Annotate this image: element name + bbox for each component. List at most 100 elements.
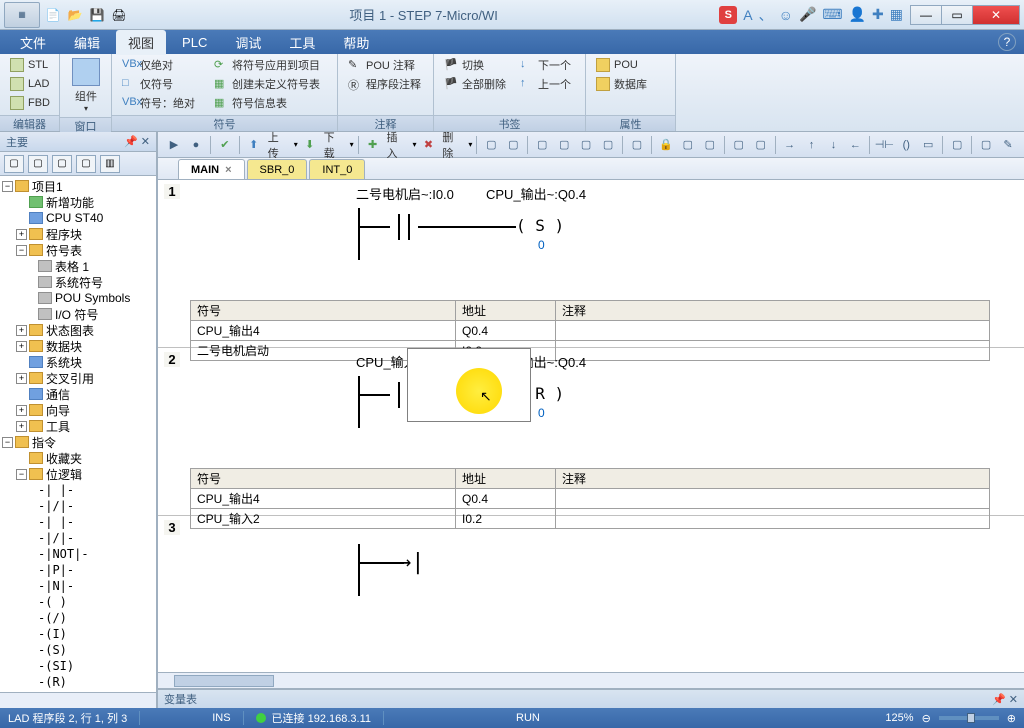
ribbon-group-window: 窗口: [60, 117, 111, 133]
print-icon[interactable]: 🖨: [110, 6, 128, 24]
editor-hscroll[interactable]: [158, 672, 1024, 688]
tb-icon-h[interactable]: 🔒: [656, 135, 676, 155]
tb-icon-j[interactable]: ▢: [700, 135, 720, 155]
variable-table-panel[interactable]: 变量表 📌 ✕: [158, 688, 1024, 708]
project-tree-panel: 主要 📌 ✕ ▢ ▢ ▢ ▢ ▥ −项目1 新增功能 CPU ST40 +程序块…: [0, 132, 158, 708]
net-comment-button[interactable]: Ⓡ程序段注释: [344, 75, 425, 93]
zoom-in-icon[interactable]: ⊕: [1007, 712, 1016, 725]
fbd-button[interactable]: FBD: [6, 94, 54, 112]
download-icon[interactable]: ⬇: [300, 135, 320, 155]
tb-icon-m[interactable]: →: [780, 135, 800, 155]
main-area: 主要 📌 ✕ ▢ ▢ ▢ ▢ ▥ −项目1 新增功能 CPU ST40 +程序块…: [0, 132, 1024, 708]
tb-icon-c[interactable]: ▢: [532, 135, 552, 155]
coil-value: 0: [538, 406, 545, 420]
bookmark-next-button[interactable]: ↓下一个: [516, 56, 575, 74]
bookmark-delall-button[interactable]: 🏴全部删除: [440, 75, 516, 93]
tb-icon-t[interactable]: ▢: [947, 135, 967, 155]
menu-tools[interactable]: 工具: [277, 30, 327, 55]
tb-icon-k[interactable]: ▢: [729, 135, 749, 155]
bookmark-prev-button[interactable]: ↑上一个: [516, 75, 575, 93]
project-tree[interactable]: −项目1 新增功能 CPU ST40 +程序块 −符号表 表格 1 系统符号 P…: [0, 176, 156, 692]
tree-btn-4[interactable]: ▢: [76, 155, 96, 173]
contact-label: 二号电机启~:I0.0: [356, 184, 454, 203]
ime-apps-icon[interactable]: ▦: [890, 6, 903, 23]
tb-icon-i[interactable]: ▢: [678, 135, 698, 155]
set-coil[interactable]: ( S ): [516, 216, 564, 235]
apply-symbols-button[interactable]: ⟳将符号应用到项目: [210, 56, 324, 74]
pou-comment-button[interactable]: ✎POU 注释: [344, 56, 425, 74]
tree-btn-3[interactable]: ▢: [52, 155, 72, 173]
tb-icon-a[interactable]: ▢: [481, 135, 501, 155]
tree-btn-5[interactable]: ▥: [100, 155, 120, 173]
menu-edit[interactable]: 编辑: [62, 30, 112, 55]
open-icon[interactable]: 📂: [66, 6, 84, 24]
run-icon[interactable]: ▶: [164, 135, 184, 155]
maximize-button[interactable]: ▭: [941, 5, 973, 25]
tb-icon-n[interactable]: ↑: [802, 135, 822, 155]
tb-icon-v[interactable]: ✎: [998, 135, 1018, 155]
tb-icon-b[interactable]: ▢: [503, 135, 523, 155]
upload-button[interactable]: 上传: [266, 129, 292, 161]
create-undef-button[interactable]: ▦创建未定义符号表: [210, 75, 324, 93]
ime-mic-icon[interactable]: 🎤: [799, 6, 816, 23]
close-button[interactable]: ✕: [972, 5, 1020, 25]
tree-hscroll[interactable]: [0, 692, 156, 708]
status-bar: LAD 程序段 2, 行 1, 列 3 INS 已连接 192.168.3.11…: [0, 708, 1024, 728]
insert-icon[interactable]: ✚: [363, 135, 383, 155]
tab-int[interactable]: INT_0: [309, 159, 365, 179]
delete-button[interactable]: 删除: [440, 129, 466, 161]
menu-view[interactable]: 视图: [116, 30, 166, 55]
menu-plc[interactable]: PLC: [170, 32, 219, 53]
tree-btn-2[interactable]: ▢: [28, 155, 48, 173]
abs-only-button[interactable]: VBx仅绝对: [118, 56, 210, 74]
ladder-editor[interactable]: 1 二号电机启~:I0.0 CPU_输出~:Q0.4 ( S ) 0 符号地址注…: [158, 180, 1024, 672]
tb-icon-u[interactable]: ▢: [976, 135, 996, 155]
ime-smile-icon[interactable]: ☺: [779, 7, 793, 23]
ime-a-icon[interactable]: A: [743, 7, 752, 23]
tree-btn-1[interactable]: ▢: [4, 155, 24, 173]
lad-button[interactable]: LAD: [6, 75, 54, 93]
delete-icon[interactable]: ✖: [418, 135, 438, 155]
component-button[interactable]: 组件▾: [66, 56, 106, 115]
tab-main[interactable]: MAIN×: [178, 159, 245, 179]
tb-icon-q[interactable]: ⊣⊢: [874, 135, 894, 155]
ime-icon[interactable]: S: [719, 6, 737, 24]
menu-debug[interactable]: 调试: [223, 30, 273, 55]
save-icon[interactable]: 💾: [88, 6, 106, 24]
tb-icon-g[interactable]: ▢: [627, 135, 647, 155]
menu-file[interactable]: 文件: [8, 30, 58, 55]
sym-info-button[interactable]: ▦符号信息表: [210, 94, 324, 112]
pou-prop-button[interactable]: POU: [592, 56, 651, 74]
new-icon[interactable]: 📄: [44, 6, 62, 24]
ime-person-icon[interactable]: 👤: [849, 6, 866, 23]
tb-icon-l[interactable]: ▢: [751, 135, 771, 155]
tab-sbr[interactable]: SBR_0: [247, 159, 308, 179]
stop-icon[interactable]: ●: [186, 135, 206, 155]
bookmark-switch-button[interactable]: 🏴切换: [440, 56, 516, 74]
contact[interactable]: [390, 214, 418, 240]
compile-icon[interactable]: ✔: [215, 135, 235, 155]
tb-icon-d[interactable]: ▢: [554, 135, 574, 155]
tb-icon-o[interactable]: ↓: [824, 135, 844, 155]
stl-button[interactable]: STL: [6, 56, 54, 74]
ime-grid-icon[interactable]: ✚: [872, 6, 884, 23]
tb-icon-s[interactable]: ▭: [918, 135, 938, 155]
sym-abs-button[interactable]: VBx符号：绝对: [118, 94, 210, 112]
tb-icon-f[interactable]: ▢: [598, 135, 618, 155]
datablock-prop-button[interactable]: 数据库: [592, 75, 651, 93]
pin-icon[interactable]: 📌 ✕: [124, 135, 150, 148]
sym-only-button[interactable]: □仅符号: [118, 75, 210, 93]
close-icon[interactable]: ×: [225, 164, 231, 176]
download-button[interactable]: 下载: [322, 129, 348, 161]
zoom-out-icon[interactable]: ⊖: [922, 712, 931, 725]
insert-button[interactable]: 插入: [385, 129, 411, 161]
tb-icon-e[interactable]: ▢: [576, 135, 596, 155]
ime-keyboard-icon[interactable]: ⌨: [822, 6, 842, 23]
pin-icon[interactable]: 📌 ✕: [992, 693, 1018, 706]
menu-help[interactable]: 帮助: [331, 30, 381, 55]
tb-icon-p[interactable]: ←: [845, 135, 865, 155]
tb-icon-r[interactable]: (): [896, 135, 916, 155]
minimize-button[interactable]: —: [910, 5, 942, 25]
help-icon[interactable]: ?: [998, 33, 1016, 51]
upload-icon[interactable]: ⬆: [244, 135, 264, 155]
